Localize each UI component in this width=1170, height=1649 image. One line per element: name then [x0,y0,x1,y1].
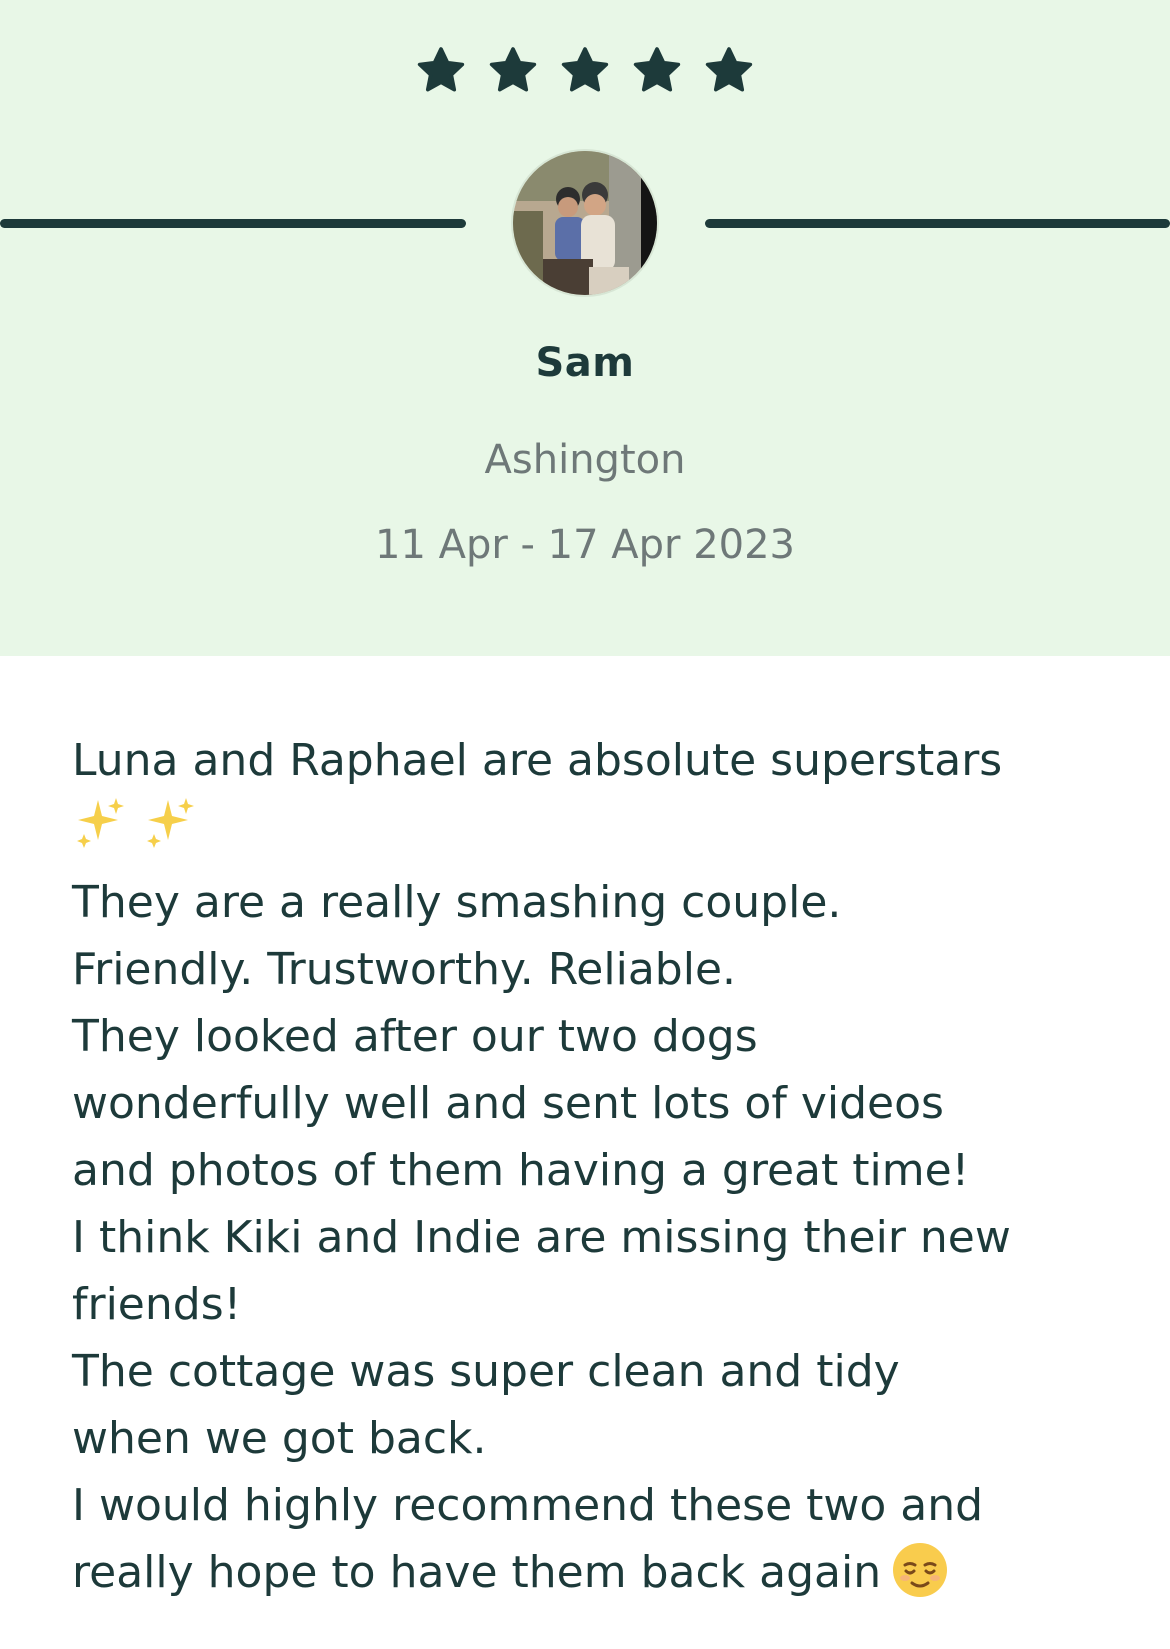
review-line: Luna and Raphael are absolute superstars [72,735,1003,786]
review-line: I would highly recommend these two and [72,1480,984,1531]
review-line-sparkles [72,794,1122,869]
reviewer-location: Ashington [484,437,686,483]
avatar-photo [513,151,657,295]
review-line: I think Kiki and Indie are missing their… [72,1212,1011,1263]
star-icon [486,44,540,98]
review-line-last: really hope to have them back again [72,1539,1122,1606]
reviewer-name: Sam [535,340,635,386]
sparkles-icon [72,794,128,869]
review-line: They are a really smashing couple. [72,877,842,928]
review-line: Friendly. Trustworthy. Reliable. [72,944,736,995]
review-line: friends! [72,1279,242,1330]
stay-dates: 11 Apr - 17 Apr 2023 [375,522,795,568]
sparkles-icon [142,794,198,869]
divider-line-right [705,219,1170,228]
review-header: Sam Ashington 11 Apr - 17 Apr 2023 [0,0,1170,656]
relieved-face-icon [891,1541,949,1599]
avatar[interactable] [513,151,657,295]
star-rating [0,44,1170,98]
star-icon [702,44,756,98]
review-text: Luna and Raphael are absolute superstars… [72,727,1122,1606]
review-line: wonderfully well and sent lots of videos [72,1078,944,1129]
review-line: They looked after our two dogs [72,1011,758,1062]
star-icon [558,44,612,98]
review-line-text: really hope to have them back again [72,1547,882,1598]
review-line: and photos of them having a great time! [72,1145,970,1196]
star-icon [630,44,684,98]
review-line: when we got back. [72,1413,487,1464]
star-icon [414,44,468,98]
divider-line-left [0,219,466,228]
review-line: The cottage was super clean and tidy [72,1346,900,1397]
